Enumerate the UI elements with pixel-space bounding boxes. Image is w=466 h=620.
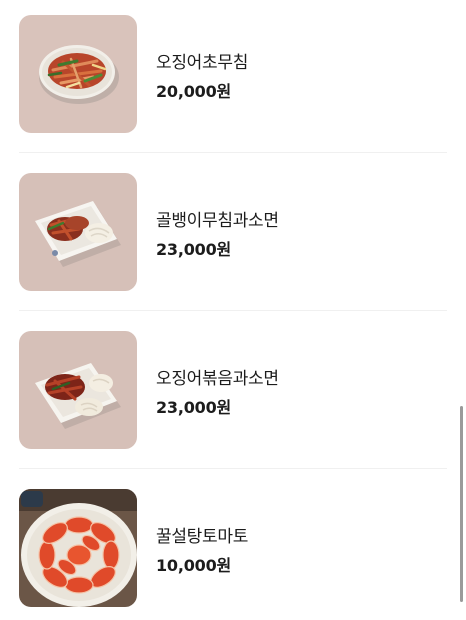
squid-salad-photo[interactable] <box>19 15 137 133</box>
menu-item[interactable]: 오징어볶음과소면 23,000원 <box>0 316 466 474</box>
menu-item-price: 23,000원 <box>156 240 232 259</box>
menu-item[interactable]: 오징어초무침 20,000원 <box>0 0 466 158</box>
divider <box>19 468 447 469</box>
divider <box>19 152 447 153</box>
stir-fried-squid-noodles-photo[interactable] <box>19 331 137 449</box>
menu-item[interactable]: 골뱅이무침과소면 23,000원 <box>0 158 466 316</box>
menu-item-name[interactable]: 오징어초무침 <box>156 48 248 73</box>
menu-item[interactable]: 꿀설탕토마토 10,000원 <box>0 474 466 620</box>
scrollbar[interactable] <box>460 406 463 602</box>
menu-item-price: 10,000원 <box>156 556 232 575</box>
menu-list: 오징어초무침 20,000원 골뱅이무침과소면 23,000원 오징어볶음과소면… <box>0 0 466 620</box>
whelk-salad-noodles-photo[interactable] <box>19 173 137 291</box>
menu-item-name[interactable]: 꿀설탕토마토 <box>156 522 248 547</box>
menu-item-price: 23,000원 <box>156 398 232 417</box>
honey-sugar-tomato-photo[interactable] <box>19 489 137 607</box>
menu-item-name[interactable]: 골뱅이무침과소면 <box>156 206 279 231</box>
menu-item-name[interactable]: 오징어볶음과소면 <box>156 364 279 389</box>
divider <box>19 310 447 311</box>
menu-item-price: 20,000원 <box>156 82 232 101</box>
menu-page: 오징어초무침 20,000원 골뱅이무침과소면 23,000원 오징어볶음과소면… <box>0 0 466 620</box>
